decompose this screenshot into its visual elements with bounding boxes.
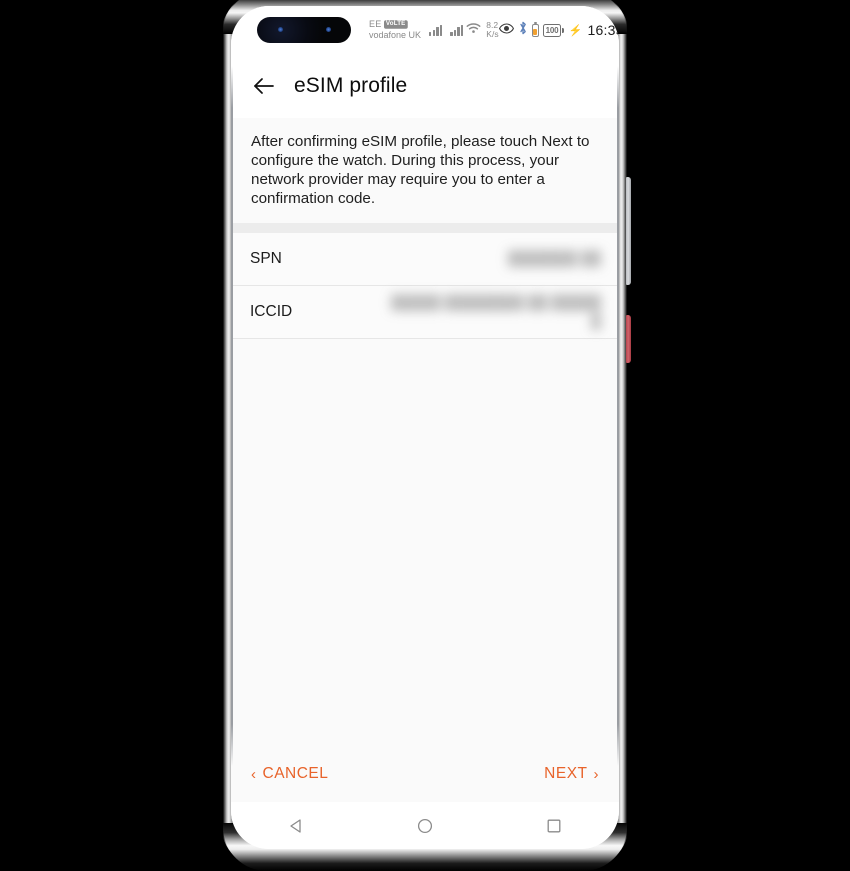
next-button-label: NEXT	[544, 765, 588, 782]
phone-screen: EE VoLTE vodafone UK 8.2 K/s 100 ⚡ 16:3 …	[231, 6, 619, 849]
dual-punch-hole-camera-icon	[257, 17, 351, 43]
cancel-button[interactable]: ‹ CANCEL	[251, 765, 328, 783]
phone-device-frame: EE VoLTE vodafone UK 8.2 K/s 100 ⚡ 16:3 …	[221, 0, 631, 871]
page-title: eSIM profile	[294, 74, 408, 97]
row-label-spn: SPN	[250, 249, 282, 267]
status-bar-right-group: 100 ⚡ 16:35	[498, 21, 619, 40]
chevron-right-icon: ›	[593, 765, 599, 783]
row-value-iccid: █████ ████████ ██ ██████	[390, 293, 601, 329]
chevron-left-icon: ‹	[251, 765, 257, 783]
carrier-info: EE VoLTE vodafone UK	[369, 19, 422, 40]
nav-home-circle-icon[interactable]	[405, 806, 445, 846]
battery-indicator: 100	[542, 23, 564, 37]
android-navigation-bar	[231, 802, 619, 849]
row-label-iccid: ICCID	[250, 302, 293, 320]
table-row[interactable]: SPN ███████ ██	[231, 233, 619, 286]
app-header: eSIM profile	[231, 54, 619, 118]
status-bar-clock: 16:35	[587, 22, 619, 38]
back-arrow-icon[interactable]	[250, 72, 278, 100]
carrier-primary-label: EE	[369, 19, 382, 30]
action-bar: ‹ CANCEL NEXT ›	[231, 746, 619, 802]
section-divider	[231, 222, 619, 233]
bluetooth-icon	[518, 21, 528, 40]
volume-rocker-button[interactable]	[626, 177, 631, 285]
next-button[interactable]: NEXT ›	[544, 765, 599, 783]
eye-icon	[498, 21, 514, 39]
accessory-battery-icon	[531, 21, 539, 37]
network-speed: 8.2 K/s	[486, 21, 498, 39]
network-speed-unit: K/s	[486, 29, 499, 39]
carrier-secondary-label: vodafone UK	[369, 29, 422, 40]
content-area: After confirming eSIM profile, please to…	[231, 118, 619, 802]
nav-back-triangle-icon[interactable]	[276, 806, 316, 846]
signal-bars-icon-sim1	[429, 24, 443, 36]
battery-percent-label: 100	[542, 23, 562, 37]
wifi-icon	[466, 21, 481, 39]
charging-bolt-icon: ⚡	[568, 24, 583, 37]
signal-bars-icon-sim2	[450, 24, 464, 36]
row-value-spn: ███████ ██	[507, 250, 601, 267]
esim-detail-list: SPN ███████ ██ ICCID █████ ████████ ██ █…	[231, 232, 619, 339]
nav-recents-square-icon[interactable]	[534, 806, 574, 846]
status-bar: EE VoLTE vodafone UK 8.2 K/s 100 ⚡ 16:3	[231, 6, 619, 54]
instruction-text: After confirming eSIM profile, please to…	[231, 118, 619, 219]
table-row[interactable]: ICCID █████ ████████ ██ ██████	[231, 286, 619, 339]
power-button[interactable]	[626, 315, 631, 363]
app-area: EE VoLTE vodafone UK 8.2 K/s 100 ⚡ 16:3 …	[231, 6, 619, 802]
cancel-button-label: CANCEL	[262, 765, 329, 782]
volte-badge: VoLTE	[384, 20, 408, 29]
